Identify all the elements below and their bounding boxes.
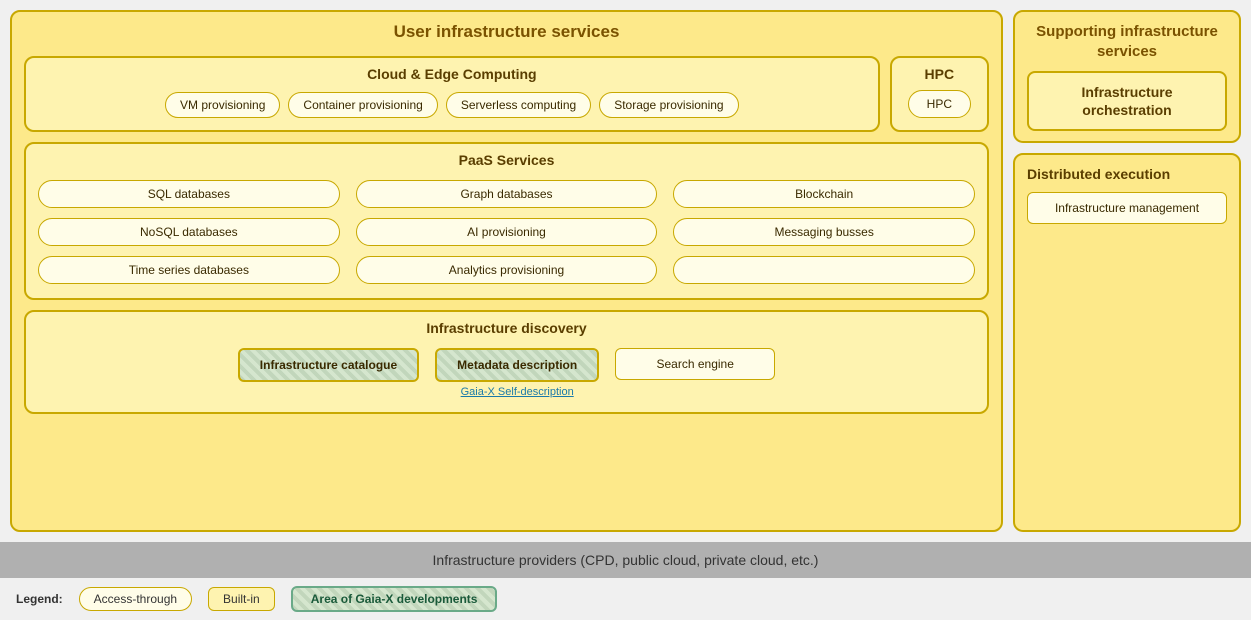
infrastructure-catalogue-chip: Infrastructure catalogue — [238, 348, 419, 382]
cloud-edge-title: Cloud & Edge Computing — [38, 66, 866, 82]
paas-grid: SQL databases Graph databases Blockchain… — [38, 180, 975, 284]
hpc-box: HPC HPC — [890, 56, 989, 132]
right-panel: Supporting infrastructure services Infra… — [1013, 10, 1241, 532]
bottom-bar-text: Infrastructure providers (CPD, public cl… — [433, 552, 819, 568]
gaiaX-link: Gaia-X Self-description — [461, 386, 574, 398]
legend-gaiax: Area of Gaia-X developments — [291, 586, 498, 612]
vm-provisioning-chip: VM provisioning — [165, 92, 280, 118]
discovery-box: Infrastructure discovery Infrastructure … — [24, 310, 989, 414]
time-series-chip: Time series databases — [38, 256, 340, 284]
distributed-title: Distributed execution — [1027, 165, 1227, 183]
paas-empty-chip — [673, 256, 975, 284]
blockchain-chip: Blockchain — [673, 180, 975, 208]
cloud-hpc-row: Cloud & Edge Computing VM provisioning C… — [24, 56, 989, 132]
infra-orchestration-box: Infrastructure orchestration — [1027, 71, 1227, 131]
hpc-chip: HPC — [908, 90, 971, 118]
cloud-chips-row: VM provisioning Container provisioning S… — [38, 92, 866, 118]
cloud-edge-box: Cloud & Edge Computing VM provisioning C… — [24, 56, 880, 132]
ai-provisioning-chip: AI provisioning — [356, 218, 658, 246]
sql-databases-chip: SQL databases — [38, 180, 340, 208]
graph-databases-chip: Graph databases — [356, 180, 658, 208]
nosql-databases-chip: NoSQL databases — [38, 218, 340, 246]
storage-provisioning-chip: Storage provisioning — [599, 92, 738, 118]
container-provisioning-chip: Container provisioning — [288, 92, 437, 118]
infra-management-box: Infrastructure management — [1027, 192, 1227, 224]
analytics-provisioning-chip: Analytics provisioning — [356, 256, 658, 284]
main-content: User infrastructure services Cloud & Edg… — [0, 0, 1251, 542]
metadata-description-chip: Metadata description — [435, 348, 599, 382]
distributed-box: Distributed execution Infrastructure man… — [1013, 153, 1241, 532]
supporting-box: Supporting infrastructure services Infra… — [1013, 10, 1241, 143]
paas-title: PaaS Services — [38, 152, 975, 168]
serverless-computing-chip: Serverless computing — [446, 92, 591, 118]
paas-box: PaaS Services SQL databases Graph databa… — [24, 142, 989, 300]
hpc-title: HPC — [925, 66, 955, 82]
supporting-title: Supporting infrastructure services — [1027, 22, 1227, 61]
legend-bar: Legend: Access-through Built-in Area of … — [0, 578, 1251, 620]
bottom-bar: Infrastructure providers (CPD, public cl… — [0, 542, 1251, 578]
search-engine-chip: Search engine — [615, 348, 775, 380]
discovery-row: Infrastructure catalogue Metadata descri… — [38, 348, 975, 398]
legend-builtin: Built-in — [208, 587, 275, 611]
search-engine-item: Search engine — [615, 348, 775, 380]
discovery-title: Infrastructure discovery — [38, 320, 975, 336]
messaging-busses-chip: Messaging busses — [673, 218, 975, 246]
left-panel: User infrastructure services Cloud & Edg… — [10, 10, 1003, 532]
legend-label: Legend: — [16, 592, 63, 606]
left-panel-title: User infrastructure services — [24, 22, 989, 46]
infrastructure-catalogue-item: Infrastructure catalogue — [238, 348, 419, 382]
metadata-description-item: Metadata description Gaia-X Self-descrip… — [435, 348, 599, 398]
legend-access: Access-through — [79, 587, 192, 611]
